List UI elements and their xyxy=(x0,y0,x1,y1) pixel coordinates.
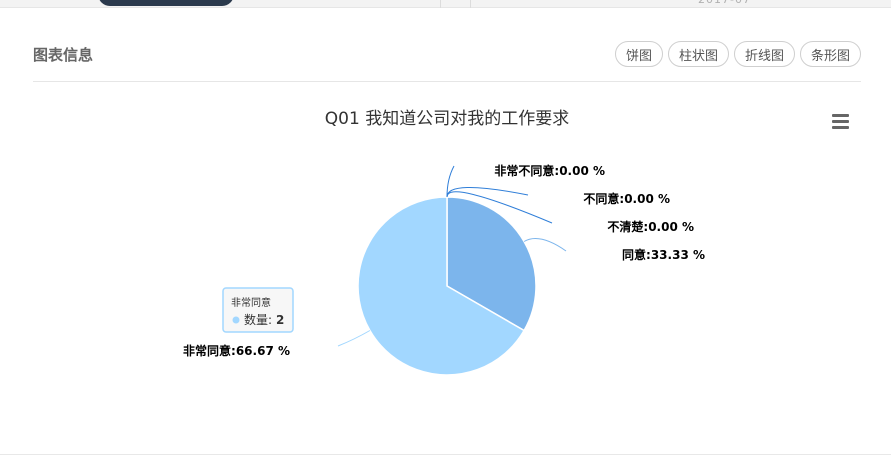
panel-title: 图表信息 xyxy=(33,46,94,64)
panel-header: 图表信息 饼图 柱状图 折线图 条形图 xyxy=(33,38,861,82)
tooltip-series-label: 数量 xyxy=(244,312,268,327)
pie-slices xyxy=(357,196,537,376)
top-divider xyxy=(470,0,471,8)
tooltip-series-marker xyxy=(232,316,240,324)
top-strip: 2017-07 xyxy=(0,0,891,8)
tooltip-value: 2 xyxy=(276,313,284,327)
chart-area: Q01 我知道公司对我的工作要求 非常不同意:0.00 % 不同意:0.00 % 不… xyxy=(0,90,891,456)
label-connector xyxy=(337,330,371,347)
pie-chart-button[interactable]: 饼图 xyxy=(614,41,663,67)
data-label: 非常不同意:0.00 % xyxy=(494,163,605,178)
column-chart-button[interactable]: 柱状图 xyxy=(667,41,729,67)
chart-type-switcher: 饼图 柱状图 折线图 条形图 xyxy=(614,41,861,67)
data-label: 不同意:0.00 % xyxy=(583,191,670,206)
top-nav-active-pill xyxy=(98,0,234,6)
tooltip-colon: : xyxy=(268,313,272,327)
tooltip: 非常同意 数量 : 2 xyxy=(222,287,294,333)
line-chart-button[interactable]: 折线图 xyxy=(733,41,795,67)
bar-chart-button[interactable]: 条形图 xyxy=(799,41,861,67)
label-connector xyxy=(523,238,567,252)
data-label: 非常同意:66.67 % xyxy=(183,343,290,358)
data-label: 不清楚:0.00 % xyxy=(607,219,694,234)
data-label: 同意:33.33 % xyxy=(622,247,705,262)
top-divider xyxy=(440,0,441,8)
top-date-text: 2017-07 xyxy=(698,0,751,6)
hamburger-menu-icon[interactable] xyxy=(826,110,854,134)
panel-bottom-border xyxy=(0,454,891,455)
chart-title: Q01 我知道公司对我的工作要求 xyxy=(325,109,569,129)
pie-chart: Q01 我知道公司对我的工作要求 非常不同意:0.00 % 不同意:0.00 % 不… xyxy=(183,109,854,376)
tooltip-title: 非常同意 xyxy=(231,296,271,309)
